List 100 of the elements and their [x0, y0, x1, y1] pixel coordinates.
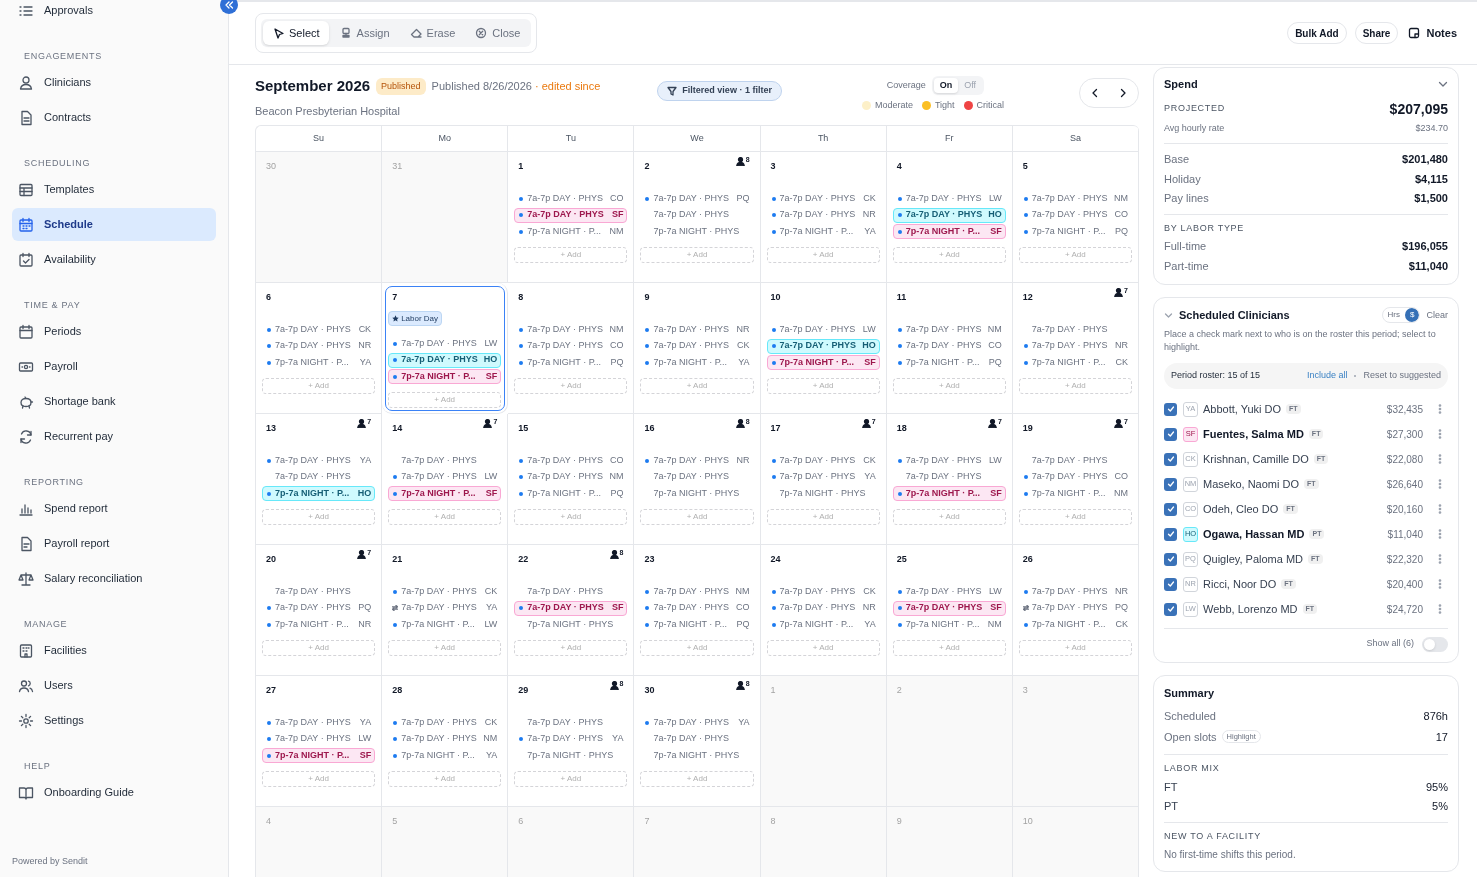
- nav-item[interactable]: Contracts: [12, 101, 216, 134]
- clear-button[interactable]: Clear: [1426, 308, 1448, 322]
- calendar-day[interactable]: 9 7a-7p DAY · PHYS NR 7a-7p DAY · PHYS CK 7p-7a NIGHT · P... YA + Add: [634, 283, 761, 414]
- clinician-initials: CO: [609, 339, 624, 353]
- highlighted-shift[interactable]: 7p-7a NIGHT · P... SF: [892, 224, 1006, 239]
- chevron-down-icon[interactable]: [1164, 310, 1173, 320]
- more-vertical-icon[interactable]: [1438, 604, 1442, 614]
- more-vertical-icon[interactable]: [1438, 429, 1442, 439]
- collapse-button[interactable]: [220, 0, 238, 14]
- nav-item[interactable]: Settings: [12, 704, 216, 737]
- calendar-day[interactable]: 11 7a-7p DAY · PHYS NM 7a-7p DAY · PHYS CO 7p-7a NIGHT · P... PQ + Add: [886, 283, 1013, 414]
- checkbox[interactable]: [1164, 502, 1177, 516]
- clinician-name[interactable]: Webb, Lorenzo MD: [1203, 600, 1298, 618]
- calendar-day[interactable]: 26 7a-7p DAY · PHYS NR 7a-7p DAY · PHYS PQ 7p-7a NIGHT · P... CK + Add: [1012, 545, 1139, 676]
- calendar-day[interactable]: 25 7a-7p DAY · PHYS LW 7a-7p DAY · PHYS SF 7p-7a NIGHT · P... NM + Add: [886, 545, 1013, 676]
- highlighted-shift[interactable]: 7p-7a NIGHT · P... SF: [388, 369, 502, 384]
- calendar-day[interactable]: 10 7a-7p DAY · PHYS LW 7a-7p DAY · PHYS HO 7p-7a NIGHT · P... SF + Add: [760, 283, 887, 414]
- clinician-name[interactable]: Ogawa, Hassan MD: [1203, 525, 1305, 543]
- clinician-name[interactable]: Odeh, Cleo DO: [1203, 500, 1279, 518]
- highlighted-shift[interactable]: 7p-7a NIGHT · P... SF: [388, 486, 502, 501]
- more-vertical-icon[interactable]: [1438, 454, 1442, 464]
- clinician-name[interactable]: Maseko, Naomi DO: [1203, 475, 1299, 493]
- highlighted-shift[interactable]: 7a-7p DAY · PHYS SF: [892, 600, 1006, 616]
- nav-item[interactable]: Users: [12, 669, 216, 702]
- action-button[interactable]: Share: [1354, 22, 1399, 44]
- nav-item[interactable]: Payroll: [12, 350, 216, 383]
- toggle-option[interactable]: $: [1405, 308, 1420, 323]
- calendar-day[interactable]: 27 7a-7p DAY · PHYS YA 7a-7p DAY · PHYS LW 7p-7a NIGHT · P... SF + Add: [256, 676, 383, 807]
- more-vertical-icon[interactable]: [1438, 504, 1442, 514]
- checkbox[interactable]: [1164, 602, 1177, 616]
- reset-link[interactable]: Reset to suggested: [1363, 368, 1441, 383]
- highlighted-shift[interactable]: 7a-7p DAY · PHYS HO: [766, 338, 880, 354]
- clinician-name[interactable]: Quigley, Paloma MD: [1203, 550, 1304, 568]
- checkbox[interactable]: [1164, 427, 1177, 441]
- highlighted-shift[interactable]: 7a-7p DAY · PHYS SF: [514, 207, 628, 223]
- nav-item[interactable]: Availability: [12, 243, 216, 276]
- shift-label: 7a-7p DAY · PHYS: [653, 191, 730, 205]
- calendar-day[interactable]: 1 7a-7p DAY · PHYS CO 7a-7p DAY · PHYS SF 7p-7a NIGHT · P... NM + Add: [508, 152, 635, 283]
- calendar-day[interactable]: 5 7a-7p DAY · PHYS NM 7a-7p DAY · PHYS CO 7p-7a NIGHT · P... PQ + Add: [1012, 152, 1139, 283]
- tool-button[interactable]: Assign: [330, 21, 399, 45]
- nav-item[interactable]: Periods: [12, 315, 216, 348]
- document-icon: [18, 109, 34, 126]
- nav-item[interactable]: Shortage bank: [12, 385, 216, 418]
- clinician-name[interactable]: Ricci, Noor DO: [1203, 575, 1277, 593]
- more-vertical-icon[interactable]: [1438, 479, 1442, 489]
- calendar-day[interactable]: 23 7a-7p DAY · PHYS NM 7a-7p DAY · PHYS CO 7p-7a NIGHT · P... PQ + Add: [634, 545, 761, 676]
- nav-item[interactable]: Onboarding Guide: [12, 776, 216, 809]
- highlighted-shift[interactable]: 7p-7a NIGHT · P... SF: [766, 355, 880, 370]
- highlighted-shift[interactable]: 7p-7a NIGHT · P... HO: [262, 486, 376, 501]
- checkbox[interactable]: [1164, 452, 1177, 466]
- calendar-day[interactable]: 7 Labor Day 7a-7p DAY · PHYS LW 7a-7p DAY · PHYS HO 7p-7a NIGHT · P... SF + Add: [382, 283, 509, 414]
- more-vertical-icon[interactable]: [1438, 529, 1442, 539]
- nav-item[interactable]: Approvals: [12, 0, 216, 27]
- more-vertical-icon[interactable]: [1438, 554, 1442, 564]
- day-number: 14: [392, 422, 403, 435]
- shift-label: 7a-7p DAY · PHYS: [905, 601, 983, 615]
- nav-item[interactable]: Templates: [12, 173, 216, 206]
- nav-item[interactable]: Payroll report: [12, 527, 216, 560]
- highlighted-shift[interactable]: 7a-7p DAY · PHYS HO: [892, 207, 1006, 223]
- nav-item[interactable]: Spend report: [12, 492, 216, 525]
- toggle-option[interactable]: On: [933, 78, 959, 93]
- checkbox[interactable]: [1164, 552, 1177, 566]
- calendar-day[interactable]: 8 7a-7p DAY · PHYS NM 7a-7p DAY · PHYS CO 7p-7a NIGHT · P... PQ + Add: [508, 283, 635, 414]
- checkbox[interactable]: [1164, 477, 1177, 491]
- checkbox[interactable]: [1164, 527, 1177, 541]
- nav-item[interactable]: Recurrent pay: [12, 420, 216, 453]
- highlighted-shift[interactable]: 7a-7p DAY · PHYS HO: [388, 352, 502, 368]
- clinician-name[interactable]: Fuentes, Salma MD: [1203, 425, 1304, 443]
- checkbox[interactable]: [1164, 402, 1177, 416]
- calendar-day[interactable]: 24 7a-7p DAY · PHYS CK 7a-7p DAY · PHYS NR 7p-7a NIGHT · P... YA + Add: [760, 545, 887, 676]
- clinician-name[interactable]: Krishnan, Camille DO: [1203, 450, 1309, 468]
- card-title: Scheduled Clinicians: [1179, 308, 1290, 323]
- shift-label: 7a-7p DAY · PHYS: [275, 339, 351, 353]
- more-vertical-icon[interactable]: [1438, 404, 1442, 414]
- highlighted-shift[interactable]: 7a-7p DAY · PHYS SF: [514, 600, 628, 616]
- action-button[interactable]: Notes: [1406, 22, 1459, 44]
- checkbox[interactable]: [1164, 577, 1177, 591]
- clinician-name[interactable]: Abbott, Yuki DO: [1203, 400, 1282, 418]
- nav-item[interactable]: Facilities: [12, 634, 216, 667]
- nav-item[interactable]: Salary reconciliation: [12, 562, 216, 595]
- calendar-day[interactable]: 21 7a-7p DAY · PHYS CK 7a-7p DAY · PHYS YA 7p-7a NIGHT · P... LW + Add: [382, 545, 509, 676]
- highlighted-shift[interactable]: 7p-7a NIGHT · P... SF: [262, 748, 376, 763]
- tool-button[interactable]: Select: [263, 21, 329, 45]
- tool-button[interactable]: Erase: [400, 21, 465, 45]
- nav-item[interactable]: Schedule: [12, 208, 216, 241]
- coverage-toggle[interactable]: On Off: [931, 76, 985, 95]
- calendar-day[interactable]: 6 7a-7p DAY · PHYS CK 7a-7p DAY · PHYS NR 7p-7a NIGHT · P... YA + Add: [256, 283, 383, 414]
- calendar-day[interactable]: 28 7a-7p DAY · PHYS CK 7a-7p DAY · PHYS NM 7p-7a NIGHT · P... YA + Add: [382, 676, 509, 807]
- nav-item[interactable]: Clinicians: [12, 66, 216, 99]
- include-all-link[interactable]: Include all: [1306, 368, 1348, 383]
- filter-button[interactable]: Filtered view · 1 filter: [657, 81, 782, 101]
- action-button[interactable]: Bulk Add: [1287, 22, 1347, 44]
- calendar-day[interactable]: 3 7a-7p DAY · PHYS CK 7a-7p DAY · PHYS NR 7p-7a NIGHT · P... YA + Add: [760, 152, 887, 283]
- highlighted-shift[interactable]: 7p-7a NIGHT · P... SF: [892, 486, 1006, 501]
- calendar-day[interactable]: 15 7a-7p DAY · PHYS CO 7a-7p DAY · PHYS NM 7p-7a NIGHT · P... PQ + Add: [508, 414, 635, 545]
- show-all-switch[interactable]: [1422, 636, 1448, 652]
- toggle-option[interactable]: Hrs: [1382, 308, 1406, 323]
- more-vertical-icon[interactable]: [1438, 579, 1442, 589]
- calendar-day[interactable]: 4 7a-7p DAY · PHYS LW 7a-7p DAY · PHYS HO 7p-7a NIGHT · P... SF + Add: [886, 152, 1013, 283]
- tool-button[interactable]: Close: [466, 21, 530, 45]
